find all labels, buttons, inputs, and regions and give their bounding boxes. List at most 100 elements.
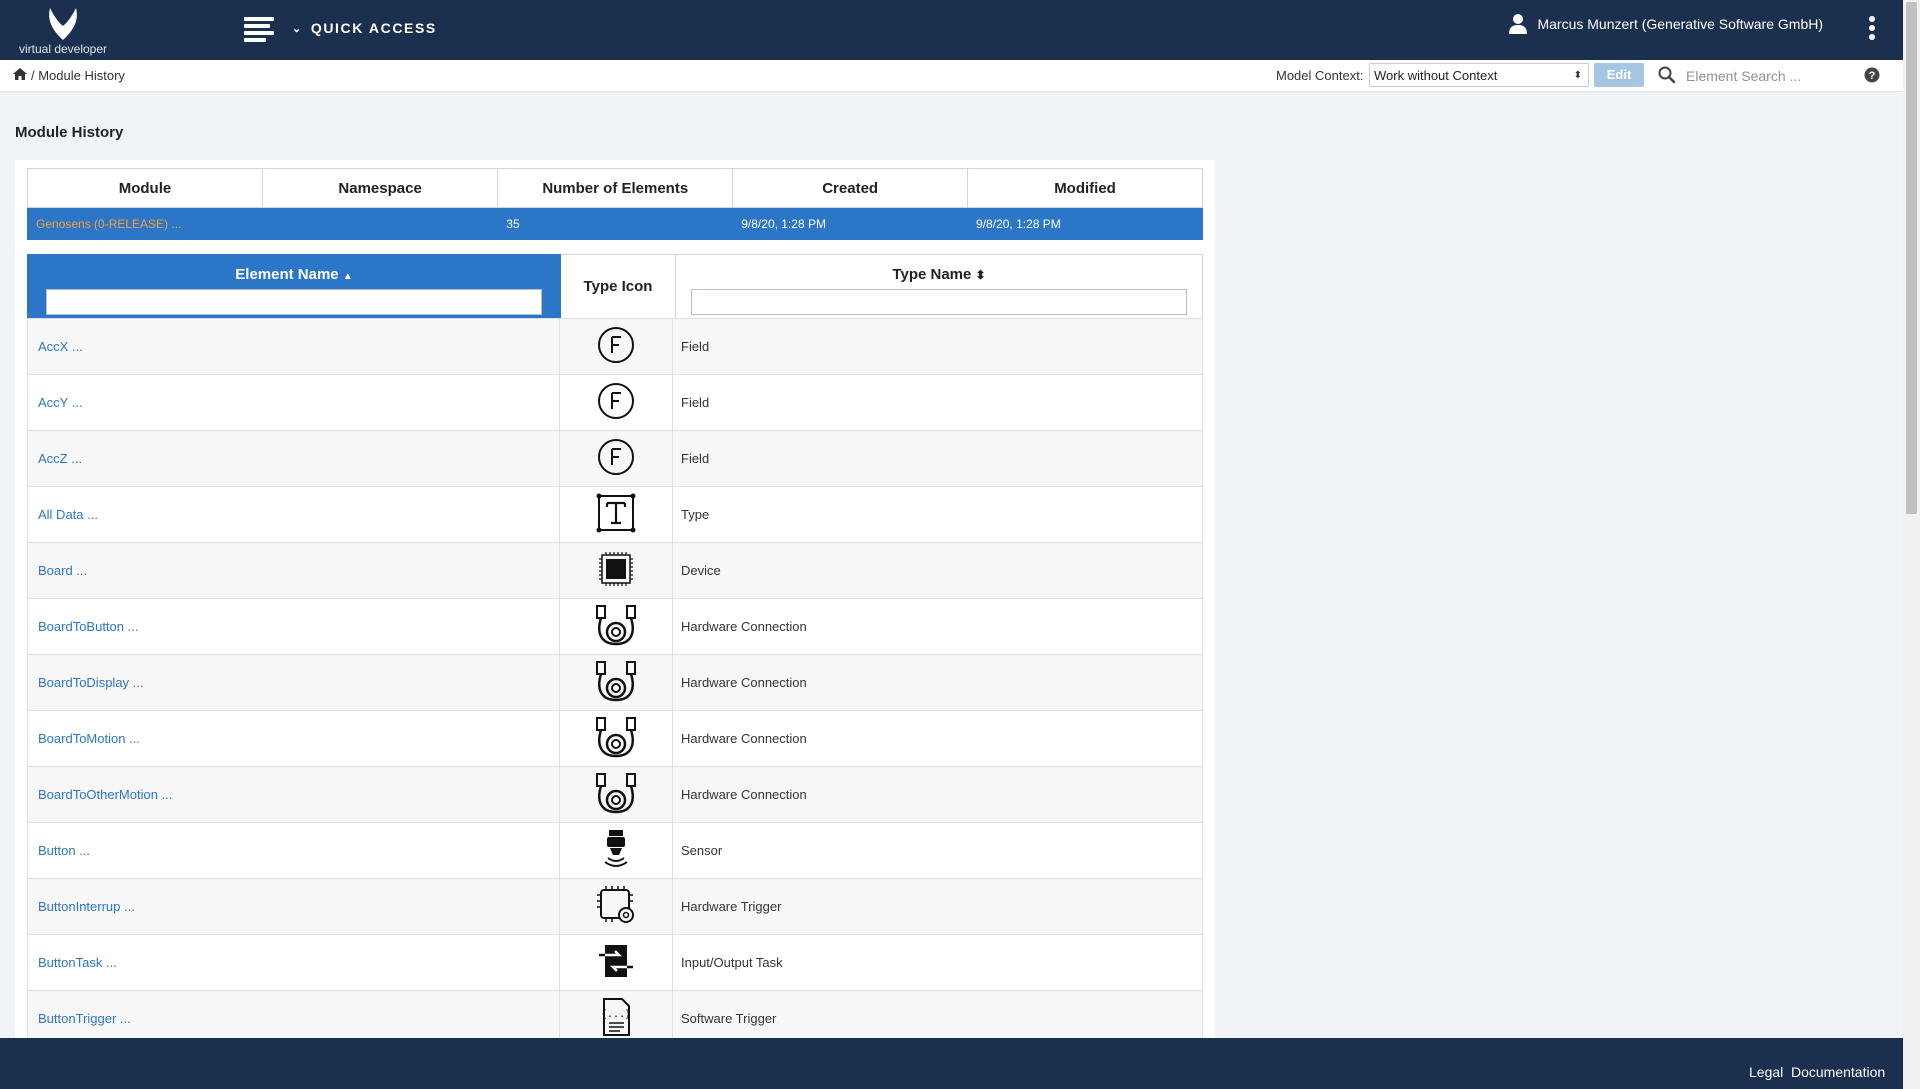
element-table-header: Element Name ▲ Type Icon Type Name ⬍ (27, 254, 1203, 319)
field-icon (559, 430, 673, 487)
module-table: Module Namespace Number of Elements Crea… (27, 168, 1203, 240)
cable-icon (559, 654, 673, 711)
element-name-link[interactable]: ButtonTrigger ... (27, 990, 560, 1038)
svg-text:{...}: {...} (601, 1009, 631, 1020)
user-name: Marcus Munzert (Generative Software GmbH… (1537, 16, 1823, 32)
element-name-link[interactable]: BoardToDisplay ... (27, 654, 560, 711)
home-icon[interactable] (12, 67, 28, 81)
svg-text:?: ? (1869, 70, 1876, 82)
modified-cell: 9/8/20, 1:28 PM (967, 207, 1203, 240)
table-row[interactable]: BoardToDisplay ... Hardware Connection (27, 654, 1203, 711)
element-name-link[interactable]: BoardToMotion ... (27, 710, 560, 767)
breadcrumb-bar: / Module History Model Context: Work wit… (0, 60, 1903, 92)
column-header-element-name[interactable]: Element Name ▲ (27, 254, 561, 319)
cable-icon (559, 598, 673, 655)
element-name-link[interactable]: Board ... (27, 542, 560, 599)
quick-access-label: QUICK ACCESS (310, 20, 437, 36)
more-options-icon[interactable] (1869, 16, 1875, 43)
element-name-link[interactable]: ButtonInterrup ... (27, 878, 560, 935)
column-header-type-icon: Type Icon (560, 254, 676, 319)
element-name-link[interactable]: AccZ ... (27, 430, 560, 487)
type-name-cell: Sensor (672, 822, 1203, 879)
top-navbar: virtual developer ⌄ QUICK ACCESS Marcus M… (0, 0, 1903, 60)
cable-icon (559, 710, 673, 767)
table-row[interactable]: ButtonTask ... Input/Output Task (27, 934, 1203, 991)
scrollbar[interactable] (1903, 0, 1920, 1089)
element-table: AccX ... Field AccY ... Field AccZ ... Field A… (27, 318, 1203, 1038)
quick-access-menu[interactable]: ⌄ QUICK ACCESS (292, 20, 437, 36)
table-row[interactable]: AccY ... Field (27, 374, 1203, 431)
column-header-created[interactable]: Created (732, 168, 969, 208)
table-row[interactable]: Board ... Device (27, 542, 1203, 599)
scrollbar-thumb[interactable] (1906, 2, 1917, 514)
type-name-filter[interactable] (691, 289, 1187, 315)
element-name-link[interactable]: ButtonTask ... (27, 934, 560, 991)
table-row[interactable]: BoardToOtherMotion ... Hardware Connectio… (27, 766, 1203, 823)
sort-ascending-icon: ▲ (342, 271, 353, 282)
device-icon (559, 542, 673, 599)
menu-icon[interactable] (244, 17, 274, 42)
element-name-link[interactable]: BoardToOtherMotion ... (27, 766, 560, 823)
type-name-cell: Hardware Connection (672, 766, 1203, 823)
type-name-cell: Hardware Connection (672, 710, 1203, 767)
element-name-link[interactable]: BoardToButton ... (27, 598, 560, 655)
element-name-link[interactable]: All Data ... (27, 486, 560, 543)
field-icon (559, 318, 673, 375)
element-count-cell: 35 (497, 207, 734, 240)
breadcrumb: / Module History (31, 68, 125, 83)
search-icon[interactable] (1658, 66, 1676, 84)
table-row[interactable]: Button ... Sensor (27, 822, 1203, 879)
namespace-cell (261, 207, 499, 240)
element-name-link[interactable]: AccY ... (27, 374, 560, 431)
app-logo[interactable]: virtual developer (18, 0, 108, 60)
type-name-cell: Software Trigger (672, 990, 1203, 1038)
model-context-select[interactable]: Work without Context ⬍ (1369, 63, 1589, 87)
type-name-cell: Input/Output Task (672, 934, 1203, 991)
type-name-cell: Hardware Connection (672, 598, 1203, 655)
chevron-down-icon: ⌄ (292, 23, 303, 35)
user-icon (1509, 14, 1528, 34)
documentation-link[interactable]: Documentation (1791, 1064, 1885, 1080)
table-row[interactable]: All Data ... Type (27, 486, 1203, 543)
table-row[interactable]: AccX ... Field (27, 318, 1203, 375)
element-table-body: AccX ... Field AccY ... Field AccZ ... Field A… (27, 318, 1203, 1038)
software-trigger-icon: {...} (559, 990, 673, 1038)
type-name-cell: Field (672, 318, 1203, 375)
column-header-module[interactable]: Module (27, 168, 263, 208)
page-title: Module History (15, 124, 124, 141)
sensor-icon (559, 822, 673, 879)
edit-button[interactable]: Edit (1594, 63, 1644, 87)
model-context-label: Model Context: (1276, 68, 1364, 83)
type-name-cell: Device (672, 542, 1203, 599)
user-menu[interactable]: Marcus Munzert (Generative Software GmbH… (1509, 14, 1823, 34)
element-search-input[interactable] (1684, 64, 1858, 88)
element-name-link[interactable]: AccX ... (27, 318, 560, 375)
column-header-namespace[interactable]: Namespace (261, 168, 499, 208)
type-name-cell: Hardware Connection (672, 654, 1203, 711)
hardware-trigger-icon (559, 878, 673, 935)
type-name-cell: Field (672, 374, 1203, 431)
logo-icon (49, 5, 77, 40)
type-name-cell: Type (672, 486, 1203, 543)
type-name-cell: Hardware Trigger (672, 878, 1203, 935)
type-name-cell: Field (672, 430, 1203, 487)
table-row[interactable]: ButtonInterrup ... Hardware Trigger (27, 878, 1203, 935)
table-row[interactable]: ButtonTrigger ... {...} Software Trigger (27, 990, 1203, 1038)
table-row[interactable]: BoardToButton ... Hardware Connection (27, 598, 1203, 655)
table-row[interactable]: AccZ ... Field (27, 430, 1203, 487)
created-cell: 9/8/20, 1:28 PM (732, 207, 969, 240)
table-row[interactable]: BoardToMotion ... Hardware Connection (27, 710, 1203, 767)
help-icon[interactable]: ? (1864, 67, 1880, 83)
column-header-modified[interactable]: Modified (967, 168, 1203, 208)
sort-icon: ⬍ (975, 268, 986, 282)
module-link[interactable]: Genosens (0-RELEASE) ... (27, 207, 263, 240)
element-name-filter[interactable] (46, 289, 542, 315)
element-name-link[interactable]: Button ... (27, 822, 560, 879)
legal-link[interactable]: Legal (1749, 1064, 1783, 1080)
column-header-type-name[interactable]: Type Name ⬍ (675, 254, 1203, 319)
io-task-icon (559, 934, 673, 991)
logo-text: virtual developer (18, 42, 108, 56)
column-header-number-of-elements[interactable]: Number of Elements (497, 168, 734, 208)
table-row[interactable]: Genosens (0-RELEASE) ... 35 9/8/20, 1:28… (27, 207, 1203, 240)
select-arrows-icon: ⬍ (1573, 70, 1582, 81)
